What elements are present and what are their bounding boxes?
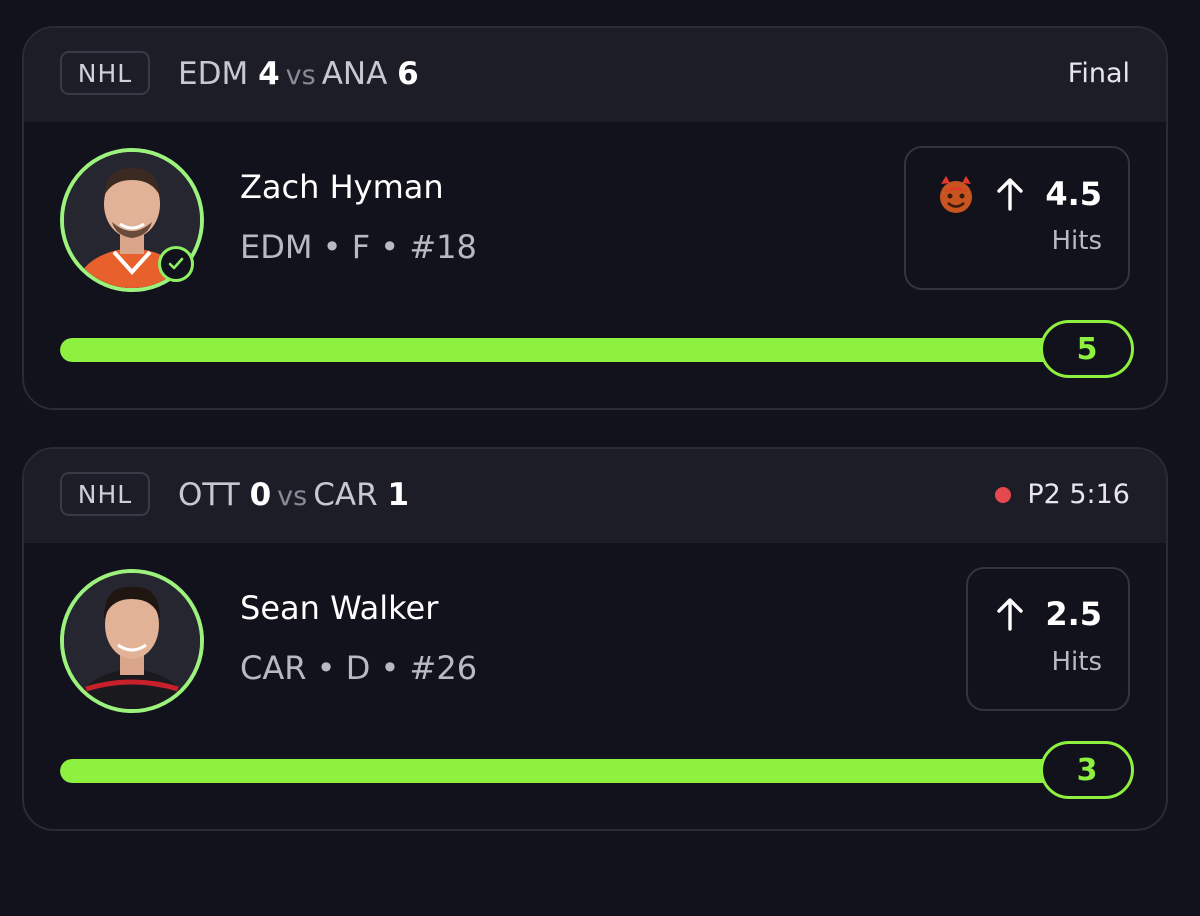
arrow-up-icon [997, 178, 1024, 211]
home-score: 6 [397, 56, 419, 92]
game-score: EDM 4 vs ANA 6 [178, 54, 419, 96]
away-score: 4 [258, 56, 280, 92]
arrow-up-icon [997, 598, 1024, 631]
player-info: CAR • D • #26 [240, 649, 478, 687]
home-team: ANA [321, 56, 388, 92]
line-value: 2.5 [1045, 595, 1102, 633]
game-score: OTT 0 vs CAR 1 [178, 475, 409, 517]
player-name[interactable]: Sean Walker [240, 589, 438, 627]
line-stat: Hits [1051, 647, 1102, 677]
game-header: NHL EDM 4 vs ANA 6 Final [24, 28, 1166, 122]
prop-line[interactable]: 2.5 Hits [966, 567, 1130, 711]
line-value: 4.5 [1045, 175, 1102, 213]
home-team: CAR [313, 477, 378, 513]
line-stat: Hits [1051, 226, 1102, 256]
progress-bar [60, 759, 1080, 783]
progress-bar [60, 338, 1080, 362]
player-photo-icon [64, 573, 200, 709]
prop-card[interactable]: NHL EDM 4 vs ANA 6 Final Zach Hyman EDM • … [22, 26, 1168, 410]
away-team: OTT [178, 477, 240, 513]
line-row: 2.5 [995, 595, 1102, 633]
live-dot-icon [995, 486, 1012, 503]
devil-emoji-icon [940, 176, 973, 213]
away-score: 0 [249, 477, 272, 513]
prop-line[interactable]: 4.5 Hits [904, 146, 1130, 290]
game-status: P2 5:16 [995, 479, 1130, 510]
player-avatar[interactable] [60, 569, 204, 713]
checkmark-icon [158, 246, 194, 282]
vs-label: vs [285, 60, 316, 91]
progress-fill [60, 759, 1080, 783]
game-status: Final [1068, 58, 1130, 89]
vs-label: vs [277, 481, 308, 512]
line-row: 4.5 [937, 174, 1102, 214]
game-header: NHL OTT 0 vs CAR 1 P2 5:16 [24, 449, 1166, 543]
status-text: P2 5:16 [1027, 479, 1130, 510]
result-badge: 5 [1040, 320, 1134, 378]
player-info: EDM • F • #18 [240, 228, 477, 266]
result-badge: 3 [1040, 741, 1134, 799]
progress-fill [60, 338, 1080, 362]
league-badge: NHL [60, 472, 150, 516]
status-text: Final [1067, 58, 1130, 89]
prop-card[interactable]: NHL OTT 0 vs CAR 1 P2 5:16 Sean Walker CAR… [22, 447, 1168, 831]
home-score: 1 [387, 477, 410, 513]
away-team: EDM [178, 56, 249, 92]
player-name[interactable]: Zach Hyman [240, 168, 444, 206]
league-badge: NHL [60, 51, 150, 95]
